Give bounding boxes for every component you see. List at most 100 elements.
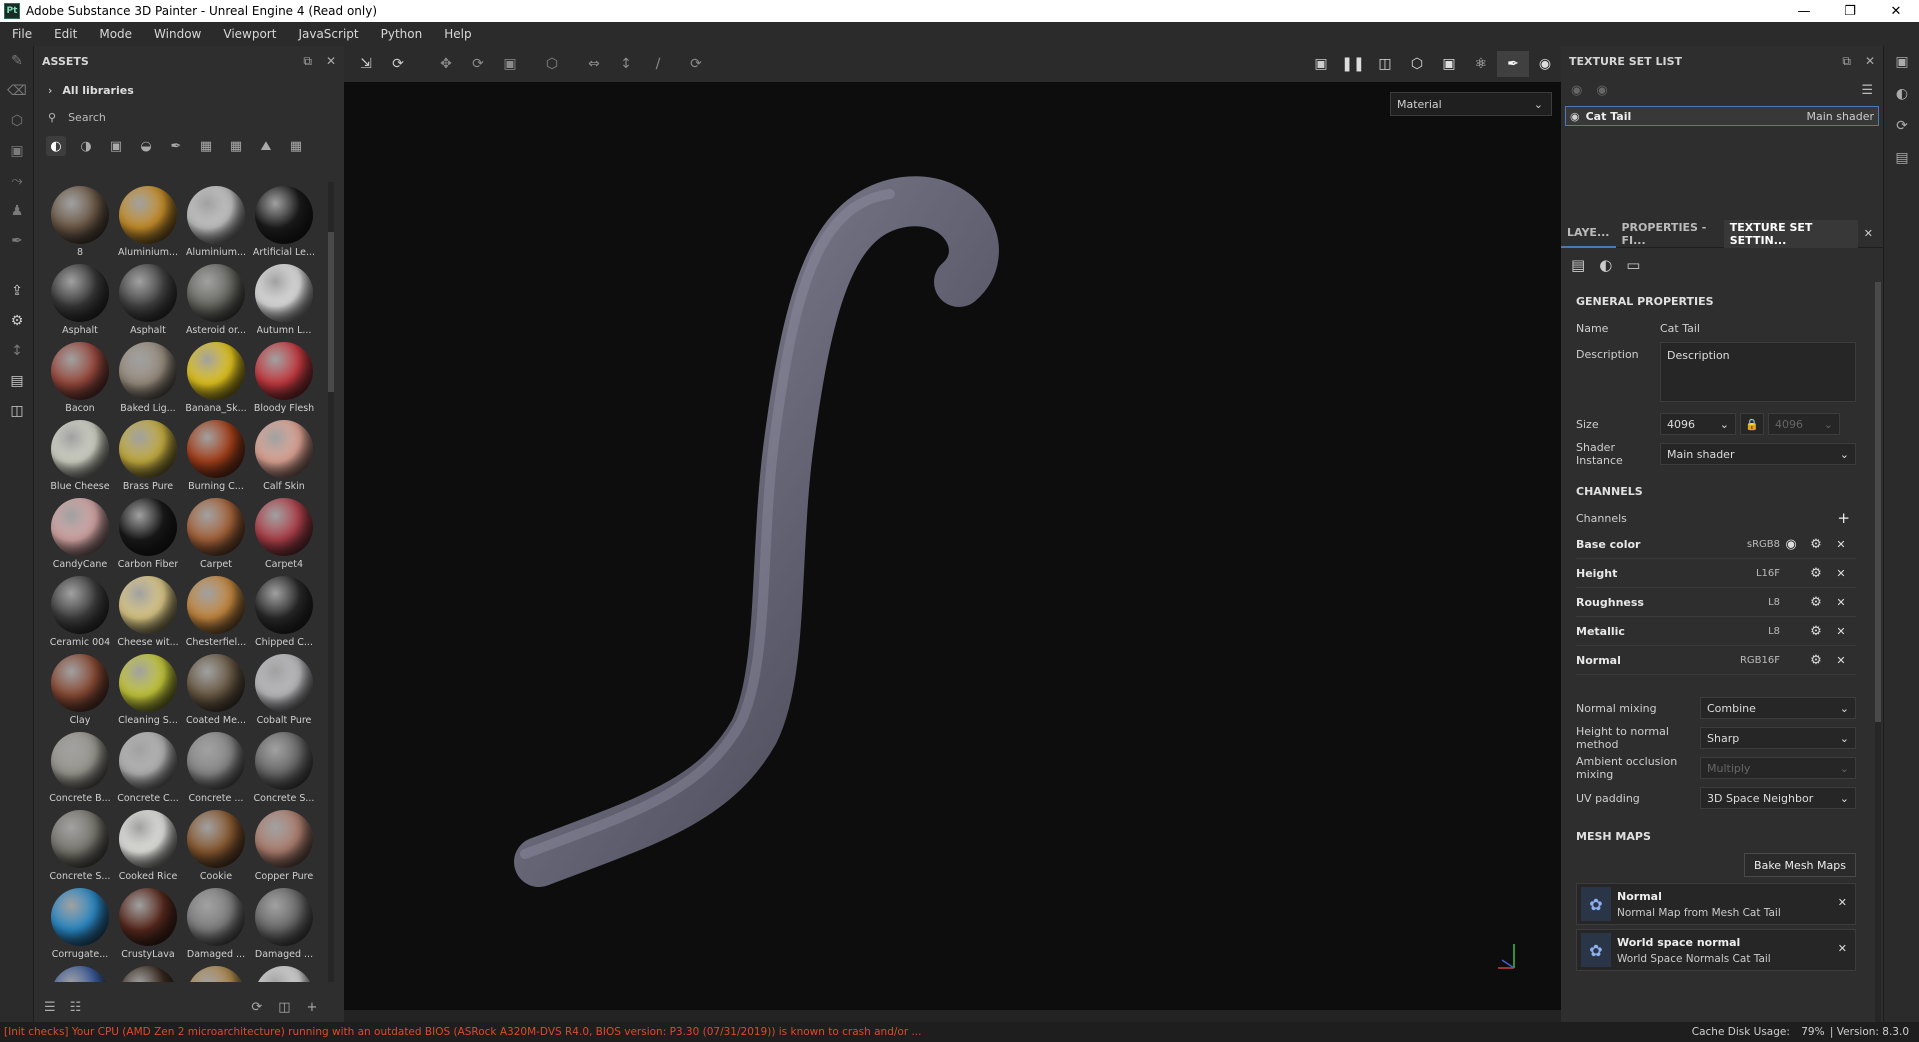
close-window-icon[interactable]: ✕	[1873, 0, 1919, 22]
asset-item[interactable]: Calf Skin	[250, 416, 318, 494]
close-panel-icon[interactable]: ✕	[326, 54, 336, 68]
asset-item[interactable]: Chesterfiel...	[182, 572, 250, 650]
channel-settings-icon[interactable]: ⚙	[1802, 624, 1830, 639]
filter-materials-icon[interactable]: ◐	[46, 136, 66, 156]
log-icon[interactable]: ▤	[1884, 142, 1919, 174]
list-view-icon[interactable]: ☰	[44, 1000, 56, 1015]
remove-mesh-map-icon[interactable]: ✕	[1838, 896, 1847, 909]
asset-item[interactable]: Chipped C...	[250, 572, 318, 650]
color-profile-icon[interactable]: ◉	[1780, 537, 1802, 552]
scale-icon[interactable]: ▣	[494, 56, 526, 72]
undock-icon[interactable]: ⧉	[1842, 54, 1851, 69]
history-icon[interactable]: ⟳	[680, 56, 712, 72]
channel-format[interactable]: L8	[1726, 597, 1780, 608]
visibility-icon[interactable]: ◉	[1596, 83, 1607, 98]
fit-view-icon[interactable]: ⇲	[350, 56, 382, 72]
filter-generators-icon[interactable]: ◒	[136, 136, 156, 156]
channel-format[interactable]: sRGB8	[1726, 539, 1780, 550]
eye-icon[interactable]: ◉	[1570, 110, 1580, 123]
asset-item[interactable]: Carbon Fiber	[114, 494, 182, 572]
channel-row[interactable]: Roughness L8 ⚙ ✕	[1576, 588, 1856, 617]
asset-item[interactable]	[182, 962, 250, 982]
projection-icon[interactable]: ⬡	[0, 106, 34, 136]
3d-viewport[interactable]: Material ⌄	[344, 82, 1561, 1010]
smudge-icon[interactable]: ⤳	[0, 166, 34, 196]
rotate-icon[interactable]: ⟳	[462, 56, 494, 72]
status-message[interactable]: [Init checks] Your CPU (AMD Zen 2 microa…	[4, 1026, 921, 1038]
settings-icon[interactable]: ▤	[1571, 256, 1585, 274]
size-select[interactable]: 4096 ⌄	[1660, 413, 1736, 435]
lock-icon[interactable]: 🔒	[1740, 413, 1764, 435]
menu-edit[interactable]: Edit	[42, 27, 87, 41]
asset-item[interactable]: Coated Me...	[182, 650, 250, 728]
asset-item[interactable]: Corrugate...	[46, 884, 114, 962]
library-selector[interactable]: › All libraries	[34, 76, 344, 104]
asset-item[interactable]: Ceramic 004	[46, 572, 114, 650]
remove-channel-icon[interactable]: ✕	[1830, 538, 1852, 551]
asset-item[interactable]: Cooked Rice	[114, 806, 182, 884]
channel-settings-icon[interactable]: ⚙	[1802, 653, 1830, 668]
asset-item[interactable]: Asteroid or...	[182, 260, 250, 338]
menu-viewport[interactable]: Viewport	[211, 27, 286, 41]
geometry-mask-icon[interactable]: ▣	[0, 136, 34, 166]
channel-row[interactable]: Height L16F ⚙ ✕	[1576, 559, 1856, 588]
add-channel-icon[interactable]: +	[1837, 509, 1856, 527]
channel-format[interactable]: L16F	[1726, 568, 1780, 579]
asset-item[interactable]: Banana_Sk...	[182, 338, 250, 416]
clone-icon[interactable]: ♟	[0, 196, 34, 226]
asset-item[interactable]: Clay	[46, 650, 114, 728]
asset-item[interactable]: Bacon	[46, 338, 114, 416]
close-tab-icon[interactable]: ✕	[1858, 220, 1883, 248]
viewport-layout-icon[interactable]: ◫	[1369, 56, 1401, 72]
shelf-icon[interactable]: ◫	[0, 396, 34, 426]
asset-item[interactable]: CrustyLava	[114, 884, 182, 962]
move-icon[interactable]: ✥	[430, 56, 462, 72]
3d-view-icon[interactable]: ⬡	[1401, 56, 1433, 72]
asset-item[interactable]	[46, 962, 114, 982]
export-icon[interactable]: ⇪	[0, 276, 34, 306]
screenshot-icon[interactable]: ◉	[1529, 56, 1561, 72]
hide-icon[interactable]: ▣	[1305, 56, 1337, 72]
asset-item[interactable]: 8	[46, 182, 114, 260]
display-settings-icon[interactable]: ▤	[0, 366, 34, 396]
measure-icon[interactable]: ↕	[0, 336, 34, 366]
asset-item[interactable]: Aluminium...	[114, 182, 182, 260]
display-mode-select[interactable]: Material ⌄	[1390, 92, 1552, 116]
asset-item[interactable]: Burning C...	[182, 416, 250, 494]
asset-item[interactable]	[114, 962, 182, 982]
remove-channel-icon[interactable]: ✕	[1830, 567, 1852, 580]
minimize-icon[interactable]: —	[1781, 0, 1827, 22]
camera-icon[interactable]: ▣	[1433, 56, 1465, 72]
asset-item[interactable]: Cobalt Pure	[250, 650, 318, 728]
channel-row[interactable]: Base color sRGB8 ◉ ⚙ ✕	[1576, 530, 1856, 559]
filter-brushes-icon[interactable]: ✒	[166, 136, 186, 156]
asset-item[interactable]: Autumn L...	[250, 260, 318, 338]
description-field[interactable]: Description	[1660, 342, 1856, 402]
asset-item[interactable]: Cheese wit...	[114, 572, 182, 650]
filter-masks-icon[interactable]: ▣	[106, 136, 126, 156]
menu-icon[interactable]: ☰	[1861, 83, 1873, 98]
settings-scrollbar[interactable]	[1875, 282, 1881, 1022]
asset-item[interactable]: Brass Pure	[114, 416, 182, 494]
asset-item[interactable]: Carpet4	[250, 494, 318, 572]
pause-icon[interactable]: ❚❚	[1337, 56, 1369, 72]
remove-mesh-map-icon[interactable]: ✕	[1838, 942, 1847, 955]
symmetry-icon[interactable]: ⇔	[578, 56, 610, 72]
mesh-map-row[interactable]: ✿ Normal Normal Map from Mesh Cat Tail ✕	[1576, 883, 1856, 925]
asset-item[interactable]: Concrete B...	[46, 728, 114, 806]
uv-padding-select[interactable]: 3D Space Neighbor ⌄	[1700, 787, 1856, 809]
menu-file[interactable]: File	[0, 27, 42, 41]
tree-view-icon[interactable]: ☷	[70, 1000, 82, 1015]
tab-properties[interactable]: PROPERTIES - FI...	[1616, 220, 1724, 248]
asset-item[interactable]: Artificial Le...	[250, 182, 318, 260]
asset-item[interactable]: Baked Lig...	[114, 338, 182, 416]
asset-item[interactable]: Asphalt	[46, 260, 114, 338]
history-icon[interactable]: ⟳	[1884, 110, 1919, 142]
paint-mode-icon[interactable]: ✒	[1497, 51, 1529, 77]
asset-search-input[interactable]: ⚲ Search	[34, 104, 344, 130]
asset-item[interactable]: Copper Pure	[250, 806, 318, 884]
texture-set-list-icon[interactable]: ▣	[1884, 46, 1919, 78]
channel-settings-icon[interactable]: ⚙	[1802, 595, 1830, 610]
asset-item[interactable]: Bloody Flesh	[250, 338, 318, 416]
assets-scrollbar[interactable]	[328, 182, 334, 982]
